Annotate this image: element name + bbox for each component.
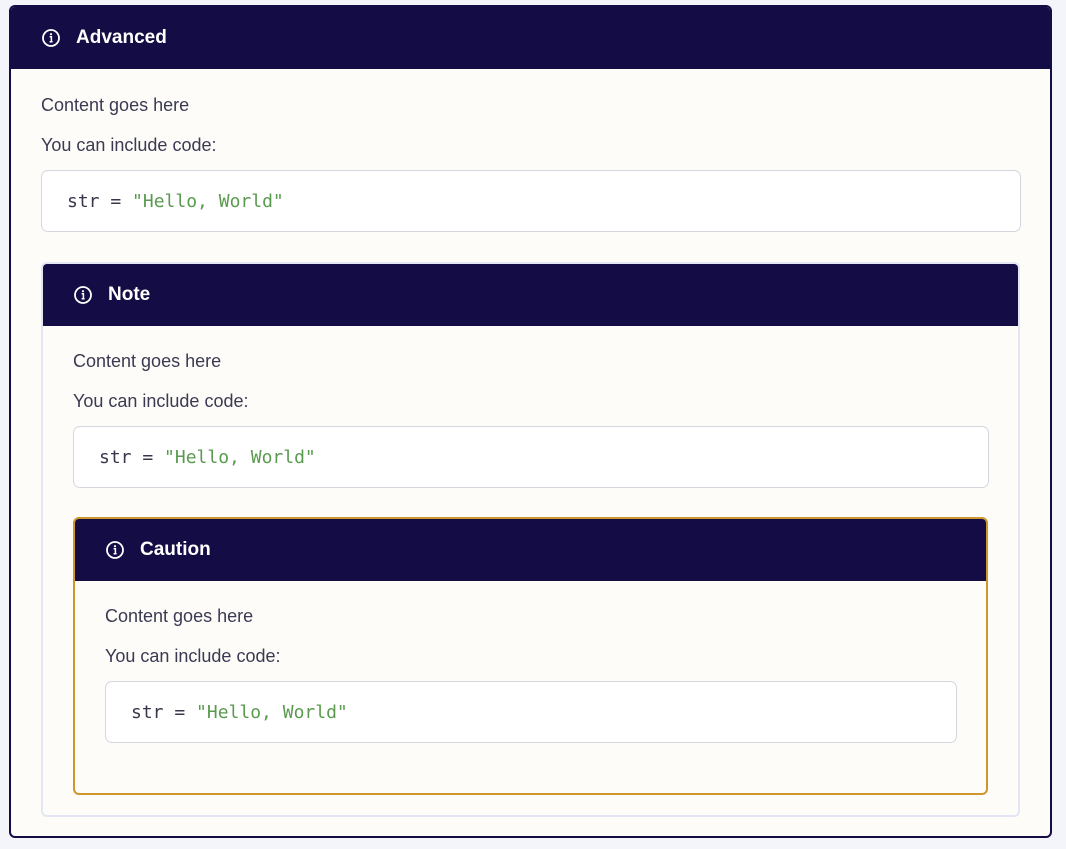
code-block: str = "Hello, World"	[73, 426, 989, 488]
admonition-caution: Caution Content goes here You can includ…	[73, 517, 988, 795]
code-string: "Hello, World"	[164, 446, 316, 468]
code-operator: =	[131, 446, 165, 468]
code-string: "Hello, World"	[132, 190, 284, 212]
code-operator: =	[99, 190, 133, 212]
admonition-title: Advanced	[76, 27, 167, 48]
info-icon	[106, 541, 124, 559]
code-block: str = "Hello, World"	[41, 170, 1021, 232]
code-block: str = "Hello, World"	[105, 681, 957, 743]
content-text: Content goes here	[73, 351, 222, 371]
info-icon	[74, 286, 92, 304]
code-intro-text: You can include code:	[73, 391, 249, 411]
info-icon	[42, 29, 60, 47]
admonition-note-header[interactable]: Note	[43, 264, 1018, 326]
code-string: "Hello, World"	[196, 701, 348, 723]
admonition-title: Caution	[140, 539, 211, 560]
admonition-caution-header[interactable]: Caution	[75, 519, 986, 581]
code-variable: str	[131, 701, 164, 723]
admonition-advanced-header[interactable]: Advanced	[11, 7, 1050, 69]
code-intro-text: You can include code:	[41, 135, 217, 155]
code-variable: str	[67, 190, 100, 212]
content-text: Content goes here	[41, 95, 190, 115]
code-variable: str	[99, 446, 132, 468]
code-intro-text: You can include code:	[105, 646, 281, 666]
admonition-title: Note	[108, 284, 151, 305]
code-operator: =	[163, 701, 197, 723]
content-text: Content goes here	[105, 606, 254, 626]
